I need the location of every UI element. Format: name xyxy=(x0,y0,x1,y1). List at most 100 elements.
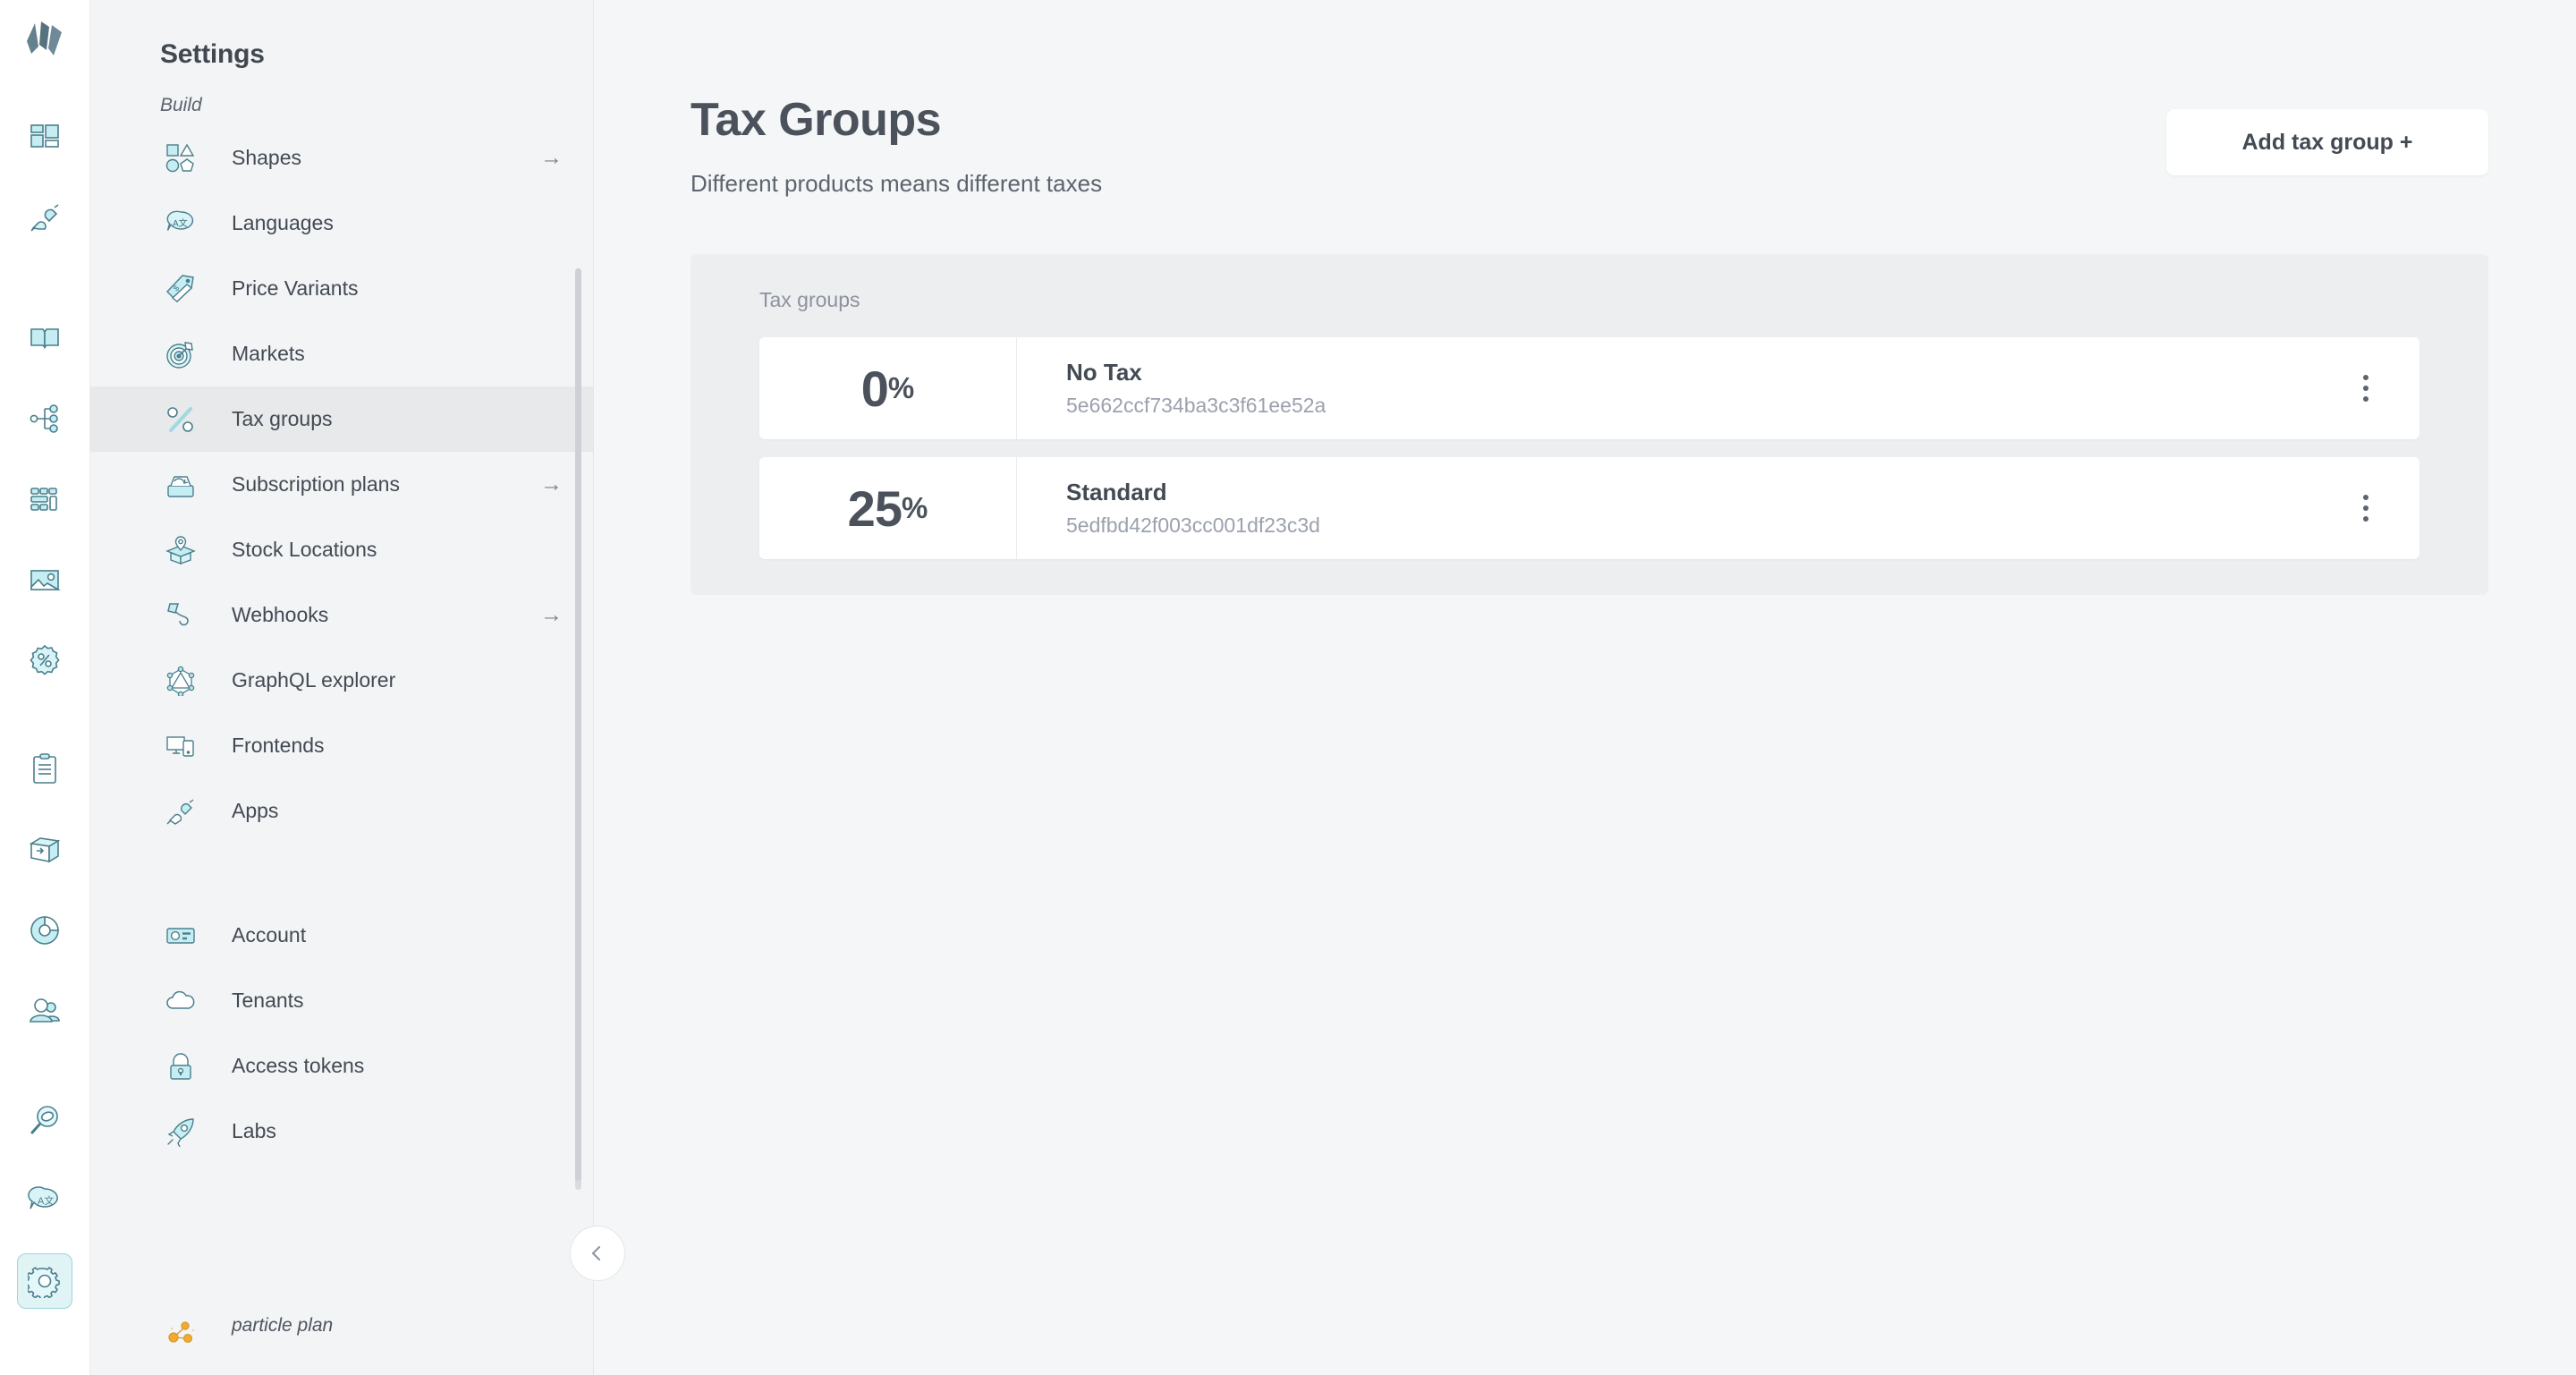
tax-rate-value: 25 xyxy=(847,480,902,537)
languages-icon: A文 xyxy=(160,203,201,244)
sidebar-title: Settings xyxy=(160,39,265,69)
page-subtitle: Different products means different taxes xyxy=(691,170,1103,197)
sidebar-divider-spacer xyxy=(90,844,593,903)
sidebar-item-markets[interactable]: Markets xyxy=(90,321,593,386)
table-row[interactable]: 0 % No Tax 5e662ccf734ba3c3f61ee52a xyxy=(759,337,2419,439)
sidebar-item-access-tokens[interactable]: Access tokens xyxy=(90,1033,593,1099)
rail-catalogue-icon[interactable] xyxy=(17,110,72,166)
sidebar-item-label: Languages xyxy=(232,211,334,234)
sidebar-item-labs[interactable]: Labs xyxy=(90,1099,593,1164)
tax-rate-percent-sign: % xyxy=(901,491,928,524)
page-title: Tax Groups xyxy=(691,94,942,146)
sidebar-item-label: Tenants xyxy=(232,989,304,1012)
rail-discounts-icon[interactable] xyxy=(17,632,72,688)
main-content: Tax Groups Different products means diff… xyxy=(594,0,2576,1375)
settings-sidebar: Settings Build Shapes → A文 Languages $ P… xyxy=(90,0,625,1375)
rail-search-icon[interactable] xyxy=(17,1092,72,1148)
sidebar-build-list: Shapes → A文 Languages $ Price Variants M… xyxy=(90,125,593,844)
sidebar-item-shapes[interactable]: Shapes → xyxy=(90,125,593,191)
rail-topics-tree-icon[interactable] xyxy=(17,391,72,446)
tax-group-name: Standard xyxy=(1066,479,1167,505)
primary-icon-rail: A文 xyxy=(0,0,90,1375)
rail-grids-icon[interactable] xyxy=(17,471,72,527)
sidebar-item-label: Markets xyxy=(232,342,305,365)
sidebar-account-list: Account Tenants Access tokens Labs xyxy=(90,903,593,1164)
panel-label: Tax groups xyxy=(759,288,860,311)
sidebar-item-price-variants[interactable]: $ Price Variants xyxy=(90,256,593,321)
sidebar-scrollbar-track[interactable] xyxy=(575,268,581,1190)
sidebar-scrollbar-thumb[interactable] xyxy=(575,268,581,1181)
cloud-icon xyxy=(160,980,201,1022)
tax-group-name: No Tax xyxy=(1066,359,1142,386)
kebab-menu-icon[interactable] xyxy=(2363,495,2368,522)
sidebar-item-label: Access tokens xyxy=(232,1054,365,1077)
tax-rate-percent-sign: % xyxy=(887,371,915,404)
graphql-icon xyxy=(160,660,201,701)
percent-icon xyxy=(160,399,201,440)
sidebar-item-label: Shapes xyxy=(232,146,302,169)
sidebar-item-tenants[interactable]: Tenants xyxy=(90,968,593,1033)
subscription-icon xyxy=(160,464,201,505)
svg-text:A文: A文 xyxy=(38,1194,54,1207)
kebab-menu-icon[interactable] xyxy=(2363,375,2368,402)
rail-settings-gear-icon[interactable] xyxy=(17,1253,72,1309)
shapes-icon xyxy=(160,138,201,179)
sidebar-plan-footer[interactable]: particle plan xyxy=(90,1311,593,1352)
sidebar-item-label: GraphQL explorer xyxy=(232,668,396,692)
target-icon xyxy=(160,334,201,375)
sidebar-section-label-build: Build xyxy=(160,95,202,115)
price-tag-icon: $ xyxy=(160,268,201,310)
rail-translations-icon[interactable]: A文 xyxy=(17,1173,72,1228)
sidebar-item-label: Price Variants xyxy=(232,276,359,300)
rocket-icon xyxy=(160,1111,201,1152)
row-menu-button[interactable] xyxy=(2312,457,2419,559)
tax-info-cell: Standard 5edfbd42f003cc001df23c3d xyxy=(1017,457,2312,559)
sidebar-collapse-button[interactable] xyxy=(570,1226,625,1281)
chevron-right-icon[interactable]: → xyxy=(540,147,563,169)
account-card-icon xyxy=(160,915,201,956)
sidebar-item-webhooks[interactable]: Webhooks → xyxy=(90,582,593,648)
sidebar-item-label: Stock Locations xyxy=(232,538,377,561)
row-menu-button[interactable] xyxy=(2312,337,2419,439)
tax-info-cell: No Tax 5e662ccf734ba3c3f61ee52a xyxy=(1017,337,2312,439)
sidebar-item-stock-locations[interactable]: Stock Locations xyxy=(90,517,593,582)
sidebar-item-apps[interactable]: Apps xyxy=(90,778,593,844)
sidebar-item-graphql-explorer[interactable]: GraphQL explorer xyxy=(90,648,593,713)
tax-group-id: 5edfbd42f003cc001df23c3d xyxy=(1066,514,1320,537)
rail-apps-plug-icon[interactable] xyxy=(17,191,72,246)
rail-orders-clipboard-icon[interactable] xyxy=(17,742,72,797)
chevron-right-icon[interactable]: → xyxy=(540,473,563,496)
sidebar-item-label: Webhooks xyxy=(232,603,329,626)
sidebar-item-label: Frontends xyxy=(232,734,325,757)
particles-icon xyxy=(160,1311,201,1352)
table-row[interactable]: 25 % Standard 5edfbd42f003cc001df23c3d xyxy=(759,457,2419,559)
sidebar-item-label: Subscription plans xyxy=(232,472,400,496)
add-tax-group-button[interactable]: Add tax group + xyxy=(2166,109,2488,175)
tax-rate-cell: 25 % xyxy=(759,457,1017,559)
rail-shipments-box-icon[interactable] xyxy=(17,822,72,878)
lock-icon xyxy=(160,1046,201,1087)
app-root: A文 Settings Build Shapes → A文 Languages … xyxy=(0,0,2576,1375)
stock-location-icon xyxy=(160,530,201,571)
chevron-left-icon xyxy=(592,1246,600,1260)
page-header: Tax Groups Different products means diff… xyxy=(691,93,2488,198)
svg-text:A文: A文 xyxy=(173,217,188,229)
sidebar-item-label: Apps xyxy=(232,799,279,822)
sidebar-item-account[interactable]: Account xyxy=(90,903,593,968)
tax-group-id: 5e662ccf734ba3c3f61ee52a xyxy=(1066,394,1326,417)
sidebar-item-label: Tax groups xyxy=(232,407,333,430)
sidebar-item-label: Labs xyxy=(232,1119,276,1142)
sidebar-item-tax-groups[interactable]: Tax groups xyxy=(90,386,593,452)
rail-analytics-pie-icon[interactable] xyxy=(17,903,72,958)
plan-name: particle plan xyxy=(232,1315,334,1336)
rail-images-icon[interactable] xyxy=(17,552,72,607)
crystallize-logo[interactable] xyxy=(21,20,68,71)
sidebar-item-label: Account xyxy=(232,923,307,946)
tax-rate-value: 0 xyxy=(860,360,889,417)
sidebar-item-subscription-plans[interactable]: Subscription plans → xyxy=(90,452,593,517)
sidebar-item-languages[interactable]: A文 Languages xyxy=(90,191,593,256)
chevron-right-icon[interactable]: → xyxy=(540,604,563,626)
rail-customers-icon[interactable] xyxy=(17,983,72,1039)
sidebar-item-frontends[interactable]: Frontends xyxy=(90,713,593,778)
rail-stories-book-icon[interactable] xyxy=(17,310,72,366)
